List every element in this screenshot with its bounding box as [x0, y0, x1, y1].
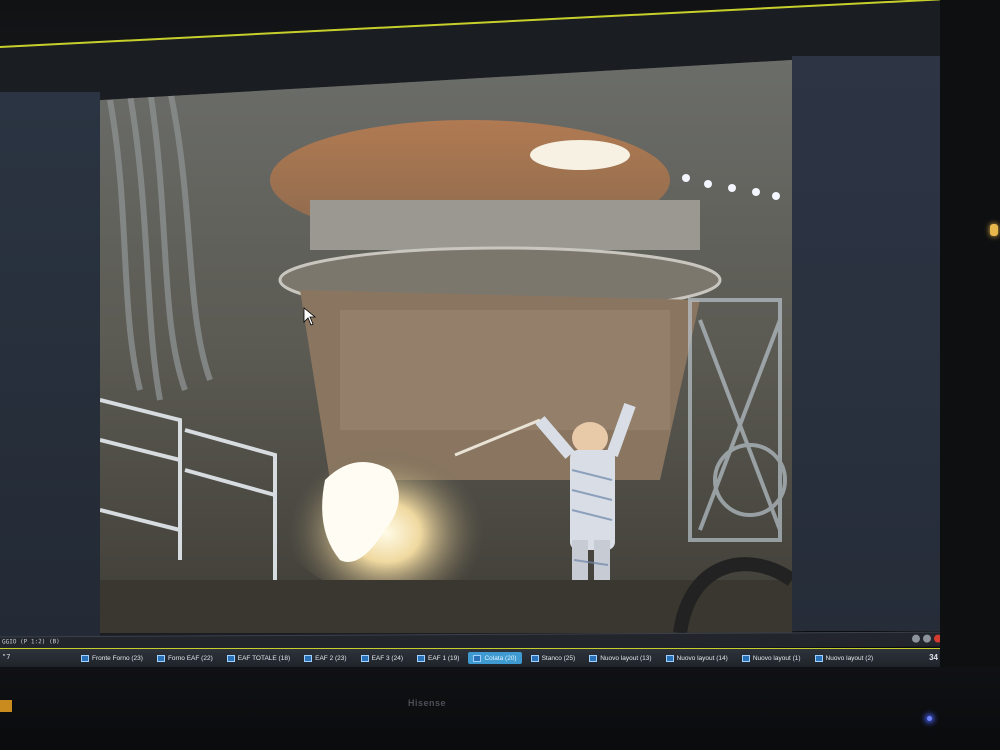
taskbar-prefix: "7: [2, 653, 11, 661]
tab-eaf-totale[interactable]: EAF TOTALE (18): [222, 652, 295, 664]
window-controls: [912, 634, 942, 643]
layout-grid-icon: [530, 654, 539, 662]
tab-nuovo-layout-14[interactable]: Nuovo layout (14): [661, 652, 733, 664]
tab-stanco[interactable]: Stanco (25): [526, 652, 581, 664]
tab-label: Fronte Forno (23): [92, 654, 143, 662]
furnace-camera-view: [100, 60, 792, 633]
tab-nuovo-layout-2[interactable]: Nuovo layout (2): [810, 652, 879, 664]
layout-grid-icon: [360, 654, 369, 662]
tab-fronte-forno[interactable]: Fronte Forno (23): [76, 652, 148, 664]
tab-nuovo-layout-13[interactable]: Nuovo layout (13): [584, 652, 656, 664]
layout-grid-icon: [226, 654, 235, 662]
tab-label: Forno EAF (22): [167, 654, 213, 662]
layout-grid-icon: [81, 654, 89, 662]
tab-label: EAF 3 (24): [371, 654, 403, 662]
screen-background-left: [0, 92, 100, 637]
power-led-icon: [927, 716, 932, 721]
monitor-bezel-right: [940, 0, 1000, 750]
tab-label: EAF 2 (23): [315, 654, 347, 662]
layout-grid-icon: [589, 654, 598, 662]
layout-grid-icon: [741, 654, 750, 662]
page-number: 34: [929, 653, 938, 662]
tab-forno-eaf[interactable]: Forno EAF (22): [152, 652, 218, 664]
tab-label: Nuovo layout (2): [825, 654, 874, 662]
layout-grid-icon: [665, 654, 674, 662]
tab-label: Colata (20): [484, 654, 517, 662]
monitor-bezel-bottom: [0, 667, 1000, 750]
tab-eaf-2[interactable]: EAF 2 (23): [299, 652, 351, 664]
layout-grid-icon: [473, 654, 482, 662]
tab-label: Nuovo layout (1): [752, 654, 801, 662]
layout-grid-icon: [814, 654, 823, 662]
layout-grid-icon: [417, 654, 425, 662]
tab-nuovo-layout-1[interactable]: Nuovo layout (1): [737, 652, 806, 664]
minimize-icon[interactable]: [912, 634, 920, 643]
tab-eaf-1[interactable]: EAF 1 (19): [412, 652, 464, 664]
status-text: GGIO (P 1:2) (B): [2, 638, 60, 646]
tab-label: EAF 1 (19): [428, 654, 460, 662]
tab-label: EAF TOTALE (18): [237, 654, 291, 662]
orange-marker: [0, 700, 12, 712]
amber-indicator-icon: [990, 224, 998, 236]
restore-icon[interactable]: [923, 634, 931, 643]
tab-label: Stanco (25): [541, 654, 576, 662]
layout-taskbar: "7 Fronte Forno (23) Forno EAF (22) EAF …: [0, 648, 948, 667]
tab-colata[interactable]: Colata (20): [468, 652, 522, 664]
tab-eaf-3[interactable]: EAF 3 (24): [356, 652, 408, 664]
camera-feed-video[interactable]: [100, 60, 792, 633]
tab-label: Nuovo layout (14): [676, 654, 728, 662]
tab-label: Nuovo layout (13): [600, 654, 652, 662]
monitor-brand-logo: Hisense: [408, 698, 447, 708]
layout-grid-icon: [156, 654, 165, 662]
layout-tabs: Fronte Forno (23) Forno EAF (22) EAF TOT…: [76, 652, 878, 664]
screen-background-right: [792, 56, 942, 631]
layout-grid-icon: [304, 654, 313, 662]
